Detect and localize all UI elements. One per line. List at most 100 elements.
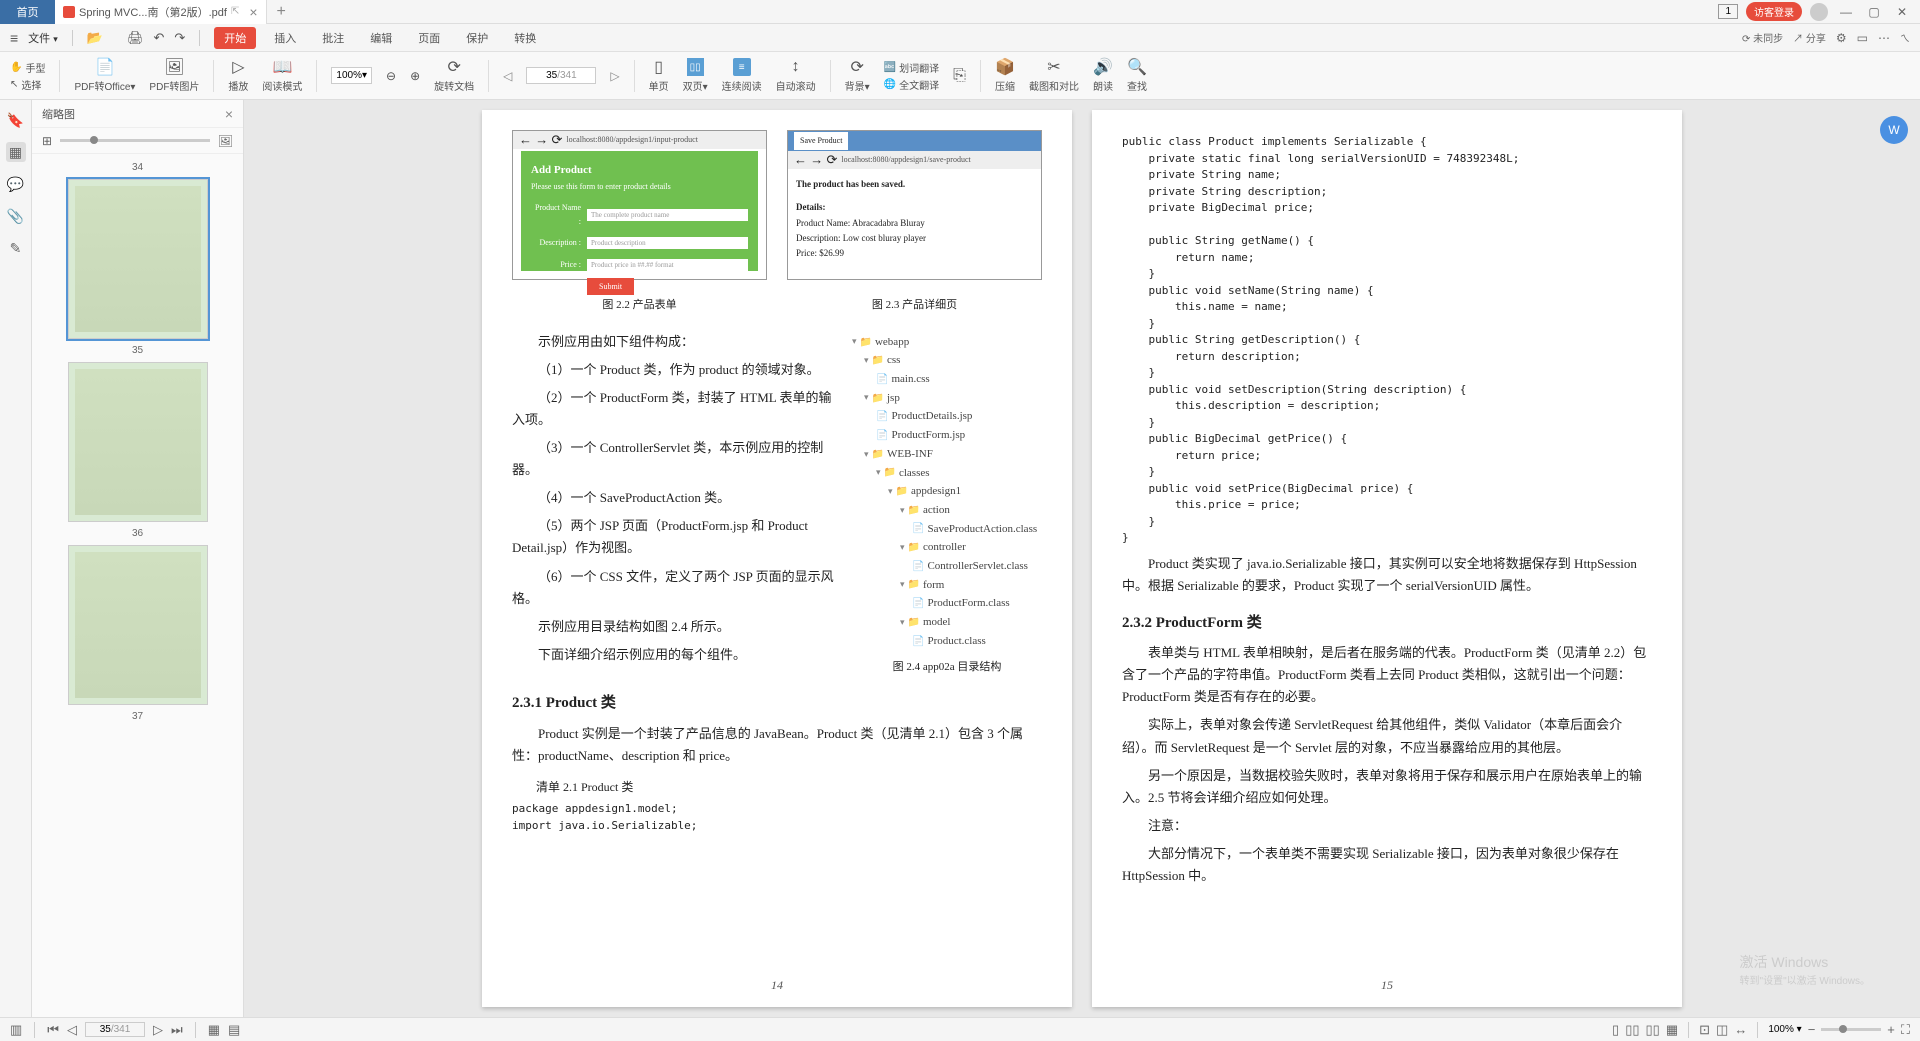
- login-button[interactable]: 访客登录: [1746, 2, 1802, 21]
- close-panel-icon[interactable]: ×: [225, 106, 233, 122]
- maximize-button[interactable]: ▢: [1864, 5, 1884, 19]
- thumb-settings-icon[interactable]: 🖼: [218, 134, 233, 148]
- sync-status[interactable]: ⟳ 未同步: [1742, 30, 1783, 45]
- print-icon[interactable]: 🖨: [127, 30, 144, 46]
- pdf-page-right: public class Product implements Serializ…: [1092, 110, 1682, 1007]
- settings-icon[interactable]: ⚙: [1836, 31, 1847, 45]
- collapse-icon[interactable]: ㄟ: [1900, 30, 1910, 45]
- thumbnail-list[interactable]: 34 35 36 37: [32, 154, 243, 1017]
- last-page-icon[interactable]: ⏭: [171, 1022, 183, 1038]
- pdf-to-image[interactable]: 🖼PDF转图片: [149, 58, 199, 93]
- redo-icon[interactable]: ↷: [174, 30, 185, 46]
- translate-group: 🔤 划词翻译 🌐 全文翻译: [884, 60, 939, 92]
- undo-icon[interactable]: ↶: [153, 30, 164, 46]
- body-text: 表单类与 HTML 表单相映射，是后者在服务端的代表。ProductForm 类…: [1122, 642, 1652, 708]
- thumbnail-item[interactable]: [68, 362, 208, 522]
- pin-icon[interactable]: ⇱: [231, 6, 239, 17]
- menu-protect[interactable]: 保护: [458, 27, 496, 49]
- hamburger-icon[interactable]: ≡: [10, 30, 18, 46]
- prev-page-icon[interactable]: ◁: [503, 69, 512, 83]
- single-page[interactable]: ▯单页: [649, 58, 669, 93]
- sidebar-toggle-icon[interactable]: ▥: [10, 1022, 22, 1038]
- layout-icon[interactable]: ▯▯: [1625, 1022, 1639, 1038]
- prev-page-icon[interactable]: ◁: [67, 1022, 77, 1038]
- figure-caption: 图 2.2 产品表单: [512, 296, 767, 315]
- menu-start[interactable]: 开始: [214, 27, 256, 49]
- page-input[interactable]: 35/341: [526, 67, 596, 84]
- extract-icon[interactable]: ⎘: [953, 67, 966, 85]
- autoscroll[interactable]: ↕自动滚动: [776, 58, 816, 93]
- thumbnail-item[interactable]: [68, 545, 208, 705]
- zoom-out-icon[interactable]: −: [1808, 1022, 1816, 1037]
- next-page-icon[interactable]: ▷: [610, 69, 619, 83]
- view-icon[interactable]: ▦: [208, 1022, 220, 1038]
- layout-icon[interactable]: ▦: [1666, 1022, 1678, 1038]
- bookmark-icon[interactable]: 🔖: [6, 110, 26, 130]
- file-menu[interactable]: 文件 ▾: [28, 30, 58, 46]
- zoom-input[interactable]: 100% ▾: [331, 67, 372, 84]
- zoom-in-icon[interactable]: ⊕: [410, 69, 420, 83]
- continuous-read[interactable]: ≡连续阅读: [722, 58, 762, 93]
- screen-icon[interactable]: ▭: [1857, 31, 1868, 45]
- attachment-icon[interactable]: 📎: [6, 206, 26, 226]
- find[interactable]: 🔍查找: [1127, 58, 1147, 93]
- more-icon[interactable]: ⋯: [1878, 31, 1890, 45]
- avatar[interactable]: [1810, 3, 1828, 21]
- comment-icon[interactable]: 💬: [6, 174, 26, 194]
- menu-edit[interactable]: 编辑: [362, 27, 400, 49]
- thumb-number: 35: [132, 345, 143, 356]
- content-viewport[interactable]: W ← → ⟳localhost:8080/appdesign1/input-p…: [244, 100, 1920, 1017]
- separator: [195, 1022, 196, 1038]
- first-page-icon[interactable]: ⏮: [47, 1022, 59, 1038]
- menu-annotate[interactable]: 批注: [314, 27, 352, 49]
- compress[interactable]: 📦压缩: [995, 58, 1015, 93]
- open-icon[interactable]: 📂: [87, 30, 103, 46]
- read-aloud[interactable]: 🔊朗读: [1093, 58, 1113, 93]
- full-translate[interactable]: 🌐 全文翻译: [884, 77, 939, 92]
- thumbnail-icon[interactable]: ▦: [6, 142, 26, 162]
- home-tab[interactable]: 首页: [0, 0, 55, 24]
- file-tab[interactable]: Spring MVC...南（第2版）.pdf ⇱ ×: [55, 0, 267, 24]
- word-translate[interactable]: 🔤 划词翻译: [884, 60, 939, 75]
- thumbnail-item[interactable]: [68, 179, 208, 339]
- view-icon-2[interactable]: ▤: [228, 1022, 240, 1038]
- float-help-button[interactable]: W: [1880, 116, 1908, 144]
- zoom-slider[interactable]: [1821, 1028, 1881, 1031]
- double-page[interactable]: ▯▯双页▾: [683, 58, 708, 93]
- minimize-button[interactable]: —: [1836, 5, 1856, 19]
- zoom-in-icon[interactable]: +: [1887, 1022, 1895, 1037]
- fit-icon[interactable]: ◫: [1716, 1022, 1728, 1038]
- close-button[interactable]: ✕: [1892, 5, 1912, 19]
- fit-icon[interactable]: ↔: [1734, 1022, 1747, 1037]
- body-text: （2）一个 ProductForm 类，封装了 HTML 表单的输入项。: [512, 387, 840, 431]
- fullscreen-icon[interactable]: ⛶: [1901, 1022, 1910, 1038]
- play-button[interactable]: ▷播放: [228, 58, 248, 93]
- signature-icon[interactable]: ✎: [6, 238, 26, 258]
- menu-page[interactable]: 页面: [410, 27, 448, 49]
- notification-badge[interactable]: 1: [1718, 4, 1738, 19]
- menu-insert[interactable]: 插入: [266, 27, 304, 49]
- share-button[interactable]: ↗ 分享: [1793, 30, 1826, 45]
- background[interactable]: ⟳背景▾: [845, 58, 870, 93]
- layout-icon[interactable]: ▯▯: [1646, 1022, 1660, 1038]
- fit-icon[interactable]: ⊡: [1699, 1022, 1710, 1038]
- thumb-tool-icon[interactable]: ⊞: [42, 134, 52, 148]
- screenshot-compare[interactable]: ✂截图和对比: [1029, 58, 1079, 93]
- rotate-button[interactable]: ⟳旋转文档: [434, 58, 474, 93]
- hand-tool[interactable]: ✋ 手型: [10, 60, 45, 75]
- zoom-level[interactable]: 100% ▾: [1768, 1024, 1801, 1035]
- figure-caption: 图 2.3 产品详细页: [787, 296, 1042, 315]
- menu-convert[interactable]: 转换: [506, 27, 544, 49]
- page-number-input[interactable]: 35/341: [85, 1022, 145, 1037]
- select-tool[interactable]: ↖ 选择: [10, 77, 45, 92]
- read-mode[interactable]: 📖阅读模式: [262, 58, 302, 93]
- pdf-to-office[interactable]: 📄PDF转Office▾: [74, 58, 135, 93]
- new-tab-button[interactable]: +: [267, 3, 296, 21]
- close-tab-icon[interactable]: ×: [249, 4, 257, 20]
- titlebar: 首页 Spring MVC...南（第2版）.pdf ⇱ × + 1 访客登录 …: [0, 0, 1920, 24]
- zoom-out-icon[interactable]: ⊖: [386, 69, 396, 83]
- layout-icon[interactable]: ▯: [1612, 1022, 1619, 1038]
- next-page-icon[interactable]: ▷: [153, 1022, 163, 1038]
- thumbnail-size-slider[interactable]: [60, 139, 210, 142]
- code-block: public class Product implements Serializ…: [1122, 134, 1652, 547]
